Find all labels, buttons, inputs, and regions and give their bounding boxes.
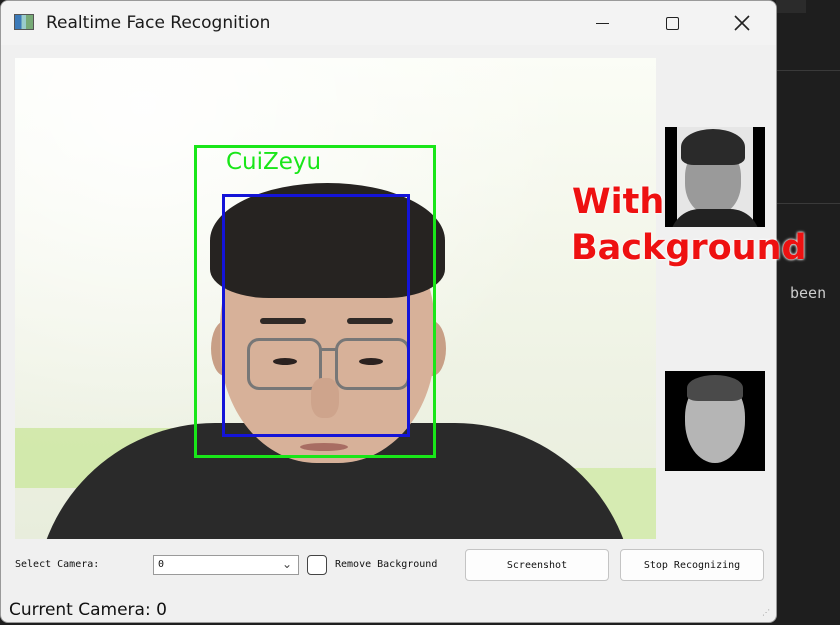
app-window: Realtime Face Recognition CuiZeyu Select… — [0, 0, 777, 623]
title-bar: Realtime Face Recognition — [1, 1, 776, 45]
face-box — [222, 194, 410, 437]
face-thumbnail-with-background — [665, 127, 765, 227]
app-icon — [14, 14, 34, 30]
editor-text: been — [790, 284, 827, 302]
detected-name-label: CuiZeyu — [226, 149, 322, 175]
close-button[interactable] — [712, 1, 772, 45]
minimize-button[interactable] — [572, 1, 632, 45]
select-camera-label: Select Camera: — [15, 559, 100, 570]
chevron-down-icon: ⌄ — [281, 557, 292, 571]
annotation-line-2: Background — [571, 228, 807, 268]
camera-feed: CuiZeyu — [15, 58, 656, 539]
face-thumbnail-no-background — [665, 371, 765, 471]
maximize-icon — [665, 16, 679, 30]
screenshot-button[interactable]: Screenshot — [465, 549, 609, 581]
resize-grip-icon[interactable]: ⋰ — [762, 608, 772, 618]
annotation-line-1: With — [572, 182, 665, 222]
background-editor-window: been — [776, 0, 840, 625]
current-camera-status: Current Camera: 0 — [9, 600, 167, 620]
remove-background-label[interactable]: Remove Background — [335, 559, 437, 570]
camera-select-value: 0 — [158, 559, 165, 570]
window-title: Realtime Face Recognition — [46, 13, 271, 33]
remove-background-checkbox[interactable] — [307, 555, 327, 575]
camera-select[interactable]: 0 ⌄ — [153, 555, 299, 575]
stop-recognizing-button[interactable]: Stop Recognizing — [620, 549, 764, 581]
maximize-button[interactable] — [642, 1, 702, 45]
minimize-icon — [595, 22, 609, 24]
close-icon — [734, 15, 750, 31]
